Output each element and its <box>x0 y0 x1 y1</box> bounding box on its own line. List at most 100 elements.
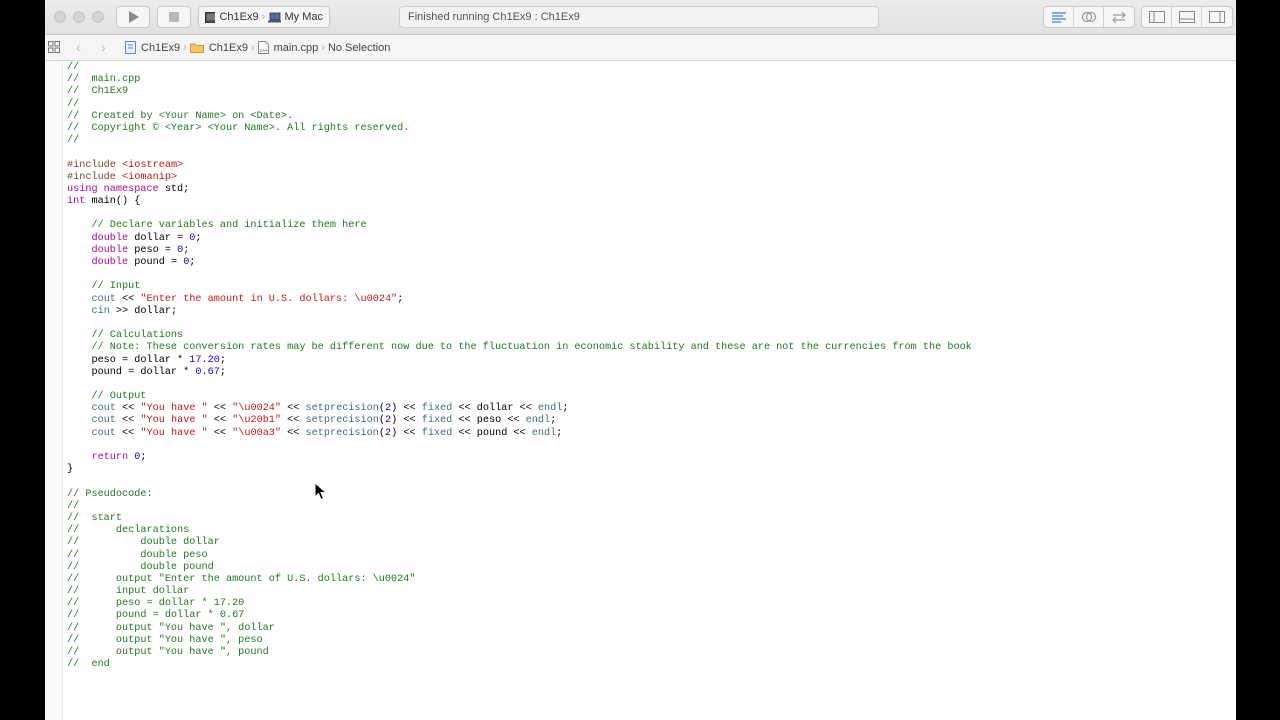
standard-editor-button[interactable] <box>1044 7 1074 27</box>
code-token: << <box>281 403 306 415</box>
code-token: endl <box>537 403 563 415</box>
grid-icon <box>48 41 60 53</box>
code-line: // <box>67 62 972 74</box>
chevron-left-icon: ‹ <box>76 39 81 55</box>
code-token: peso = <box>128 244 178 256</box>
code-token: // double peso <box>67 549 208 561</box>
code-token: ; <box>183 244 190 256</box>
assistant-editor-button[interactable] <box>1074 7 1104 27</box>
code-token: ; <box>556 427 563 439</box>
code-token: << <box>115 293 141 305</box>
code-token: << <box>207 403 233 415</box>
code-line: // output "Enter the amount of U.S. doll… <box>67 574 972 586</box>
source-editor[interactable]: //// main.cpp// Ch1Ex9//// Created by <Y… <box>67 62 972 671</box>
code-line: return 0; <box>67 452 972 464</box>
stop-icon <box>169 12 179 22</box>
project-icon <box>125 41 136 54</box>
code-token: main() { <box>85 196 141 208</box>
code-token: ) << <box>391 403 422 415</box>
code-token: // Created by <Your Name> on <Date>. <box>67 110 294 122</box>
code-token: cout <box>91 403 116 415</box>
run-button[interactable] <box>116 6 150 28</box>
lines-icon <box>1051 12 1066 23</box>
code-token: setprecision <box>305 403 379 415</box>
code-token: std; <box>158 183 190 195</box>
code-line: pound = dollar * 0.67; <box>67 367 972 379</box>
code-token: // start <box>67 512 123 524</box>
code-line: ​ <box>67 318 972 330</box>
breadcrumb-folder-label: Ch1Ex9 <box>208 41 248 54</box>
navigator-toggle-button[interactable] <box>1142 7 1172 27</box>
code-token: "You have " <box>140 415 208 427</box>
zoom-window-button[interactable] <box>92 11 104 23</box>
code-token: fixed <box>421 415 453 427</box>
code-token: << <box>115 403 141 415</box>
breadcrumb: Ch1Ex9 › Ch1Ex9 › c++ main.cpp › No Sele… <box>125 41 390 54</box>
breadcrumb-folder[interactable]: Ch1Ex9 <box>189 41 248 54</box>
code-token: "You have " <box>140 403 208 415</box>
code-token: ) << <box>391 427 422 439</box>
breadcrumb-project[interactable]: Ch1Ex9 <box>125 41 180 54</box>
breadcrumb-file[interactable]: c++ main.cpp <box>257 41 319 54</box>
code-token: return <box>91 452 129 463</box>
code-token: // declarations <box>67 525 190 537</box>
left-panel-icon <box>1148 11 1165 23</box>
code-line: // Declare variables and initialize them… <box>67 220 972 232</box>
related-items-button[interactable] <box>48 41 60 53</box>
close-window-button[interactable] <box>54 11 66 23</box>
breadcrumb-selection[interactable]: No Selection <box>328 42 390 54</box>
code-line: cout << "Enter the amount in U.S. dollar… <box>67 294 972 306</box>
code-line: // end <box>67 659 972 671</box>
stop-button[interactable] <box>157 6 191 28</box>
code-token: // Note: These conversion rates may be d… <box>67 342 972 354</box>
code-line: ​ <box>67 147 972 159</box>
code-token: // double dollar <box>67 537 220 549</box>
debug-area-toggle-button[interactable] <box>1172 7 1202 27</box>
activity-status-text: Finished running Ch1Ex9 : Ch1Ex9 <box>408 11 580 23</box>
breadcrumb-file-label: main.cpp <box>273 41 319 54</box>
scheme-selector[interactable]: Ch1Ex9 › My Mac <box>198 6 330 28</box>
code-line: // double dollar <box>67 537 972 549</box>
code-token: ; <box>219 354 226 366</box>
code-token: <iostream> <box>122 159 184 171</box>
code-token: << <box>115 427 141 439</box>
bottom-panel-icon <box>1178 11 1195 23</box>
code-token: << pound << <box>452 427 532 439</box>
code-token: double <box>91 244 129 256</box>
minimize-window-button[interactable] <box>73 11 85 23</box>
back-button[interactable]: ‹ <box>76 39 81 55</box>
code-token: << <box>115 415 141 427</box>
folder-icon <box>189 43 204 53</box>
code-token: // Pseudocode: <box>67 488 153 500</box>
forward-button[interactable]: › <box>101 39 106 55</box>
code-token: cin <box>91 305 110 317</box>
code-token: // Ch1Ex9 <box>67 86 129 98</box>
assistant-icon <box>1081 11 1096 23</box>
code-line: // output "You have ", peso <box>67 635 972 647</box>
code-token: ; <box>140 452 147 463</box>
code-token: // <box>67 500 80 512</box>
utilities-toggle-button[interactable] <box>1202 7 1232 27</box>
toolbar: Ch1Ex9 › My Mac Finished running Ch1Ex9 … <box>45 0 1236 35</box>
code-token: // peso = dollar * 17.20 <box>67 598 245 610</box>
code-line: cout << "You have " << "\u20b1" << setpr… <box>67 415 972 427</box>
code-token: double <box>91 257 129 268</box>
code-line: // declarations <box>67 525 972 537</box>
scheme-device-label: My Mac <box>284 11 324 23</box>
code-token: "\u0024" <box>232 403 282 415</box>
code-token: 17.20 <box>189 354 220 366</box>
version-editor-button[interactable] <box>1104 7 1134 27</box>
code-token: setprecision <box>305 415 379 427</box>
chevron-right-icon: › <box>261 11 266 23</box>
chevron-right-icon: › <box>183 41 187 54</box>
arrows-icon <box>1112 11 1126 23</box>
code-token: "\u00a3" <box>232 427 282 439</box>
code-line: // start <box>67 513 972 525</box>
code-token: << <box>281 415 306 427</box>
code-token: #include <box>67 159 123 171</box>
mouse-pointer-icon <box>314 482 328 501</box>
cpp-file-icon: c++ <box>257 41 269 54</box>
app-target-icon <box>205 11 216 23</box>
